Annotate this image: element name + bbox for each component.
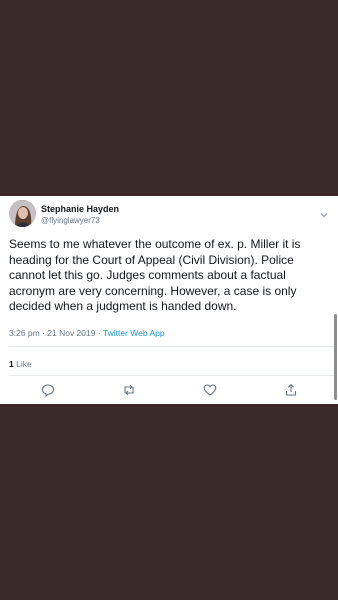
divider [9, 375, 337, 376]
heart-icon[interactable] [203, 383, 217, 397]
share-icon[interactable] [284, 383, 298, 397]
scrollbar[interactable] [334, 314, 337, 400]
tweet-card: Stephanie Hayden @flyinglawyer73 Seems t… [0, 196, 338, 404]
retweet-icon[interactable] [122, 383, 136, 397]
author-handle[interactable]: @flyinglawyer73 [41, 216, 100, 225]
tweet-time[interactable]: 3:26 pm · 21 Nov 2019 · [9, 328, 103, 338]
like-label: Like [13, 359, 32, 369]
reply-icon[interactable] [41, 383, 55, 397]
like-stats[interactable]: 1 Like [9, 359, 32, 369]
tweet-source[interactable]: Twitter Web App [103, 328, 165, 338]
avatar[interactable] [9, 200, 36, 227]
tweet-timestamp: 3:26 pm · 21 Nov 2019 · Twitter Web App [9, 328, 165, 338]
tweet-text: Seems to me whatever the outcome of ex. … [9, 237, 301, 313]
avatar-image [9, 200, 36, 227]
divider [9, 346, 337, 347]
chevron-down-icon[interactable] [320, 205, 328, 218]
author-name[interactable]: Stephanie Hayden [41, 204, 119, 214]
